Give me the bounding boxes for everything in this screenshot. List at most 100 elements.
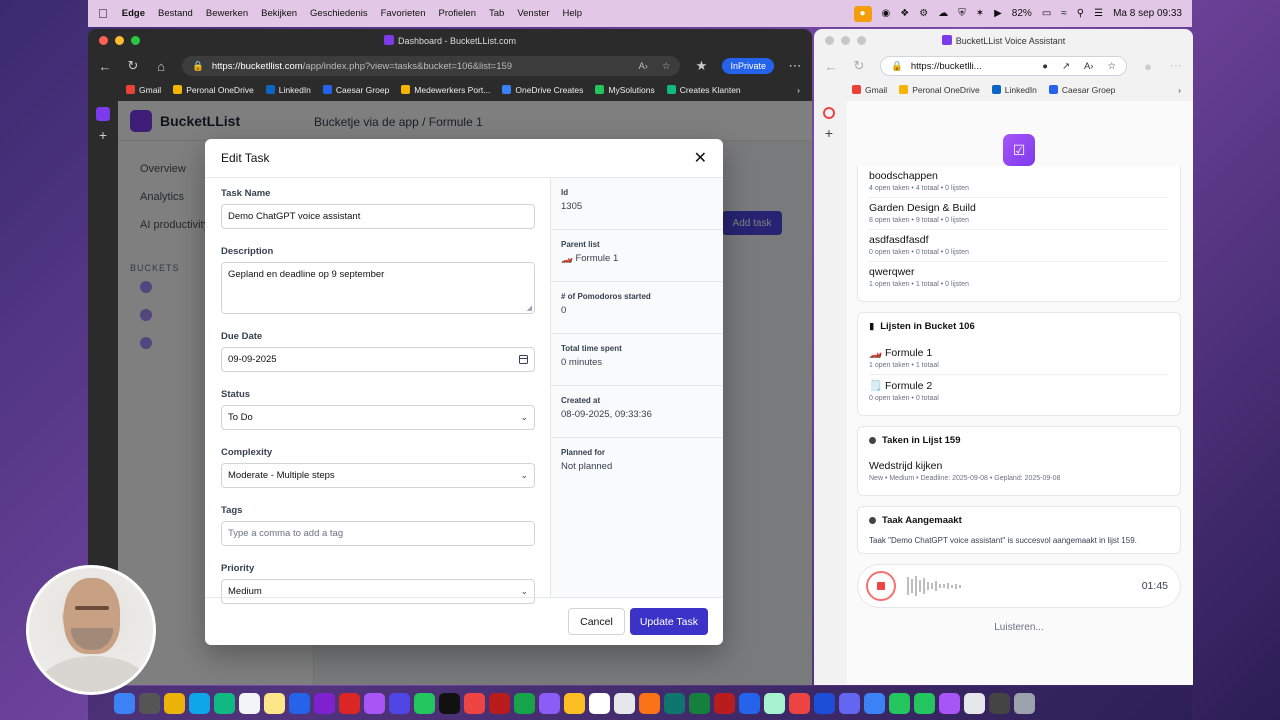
back-icon[interactable]: ← (98, 59, 112, 74)
address-bar[interactable]: 🔒 https://bucketlli... ● ↗ A› ☆ (880, 56, 1127, 76)
files-icon[interactable] (564, 692, 585, 714)
list-item[interactable]: asdfasdfasdf 0 open taken • 0 totaal • 0 … (869, 230, 1169, 262)
menu-favorieten[interactable]: Favorieten (381, 8, 426, 19)
bookmark-gmail[interactable]: Gmail (126, 85, 161, 95)
recording-tab-icon[interactable] (823, 107, 835, 119)
onenote-icon[interactable] (314, 692, 335, 714)
trash-icon[interactable] (1014, 692, 1035, 714)
app-icon[interactable] (664, 692, 685, 714)
read-aloud-icon[interactable]: A› (638, 61, 648, 72)
more-icon[interactable]: ⋯ (788, 58, 802, 74)
bookmark-onedrive[interactable]: Peronal OneDrive (899, 85, 980, 95)
apple-icon[interactable]:  (98, 6, 108, 21)
launchpad-icon[interactable] (139, 692, 160, 714)
favorite-star-icon[interactable]: ☆ (662, 61, 671, 72)
chatgpt-icon[interactable] (614, 692, 635, 714)
new-tab-icon[interactable]: + (88, 127, 118, 143)
slack-icon[interactable] (364, 692, 385, 714)
filezilla-icon[interactable] (489, 692, 510, 714)
bucketllist-icon[interactable] (539, 692, 560, 714)
finder-icon[interactable] (114, 692, 135, 714)
calendar-icon[interactable] (519, 355, 528, 364)
menu-geschiedenis[interactable]: Geschiedenis (310, 8, 368, 19)
messages-icon[interactable] (914, 692, 935, 714)
menu-tab[interactable]: Tab (489, 8, 504, 19)
menu-bewerken[interactable]: Bewerken (206, 8, 248, 19)
menu-bekijken[interactable]: Bekijken (261, 8, 297, 19)
shield-icon[interactable]: ⛨ (958, 8, 966, 19)
vscode-icon[interactable] (739, 692, 760, 714)
close-icon[interactable]: ✕ (694, 148, 707, 168)
settings-icon[interactable]: ⚙ (919, 8, 928, 19)
due-date-input[interactable]: 09-09-2025 (221, 347, 535, 372)
messenger-icon[interactable] (839, 692, 860, 714)
favorites-icon[interactable]: ★ (694, 58, 708, 74)
safari-icon[interactable] (189, 692, 210, 714)
window-icon[interactable] (964, 692, 985, 714)
search-icon[interactable]: ⚲ (1077, 8, 1084, 19)
reload-icon[interactable]: ↻ (852, 58, 866, 74)
figma-icon[interactable] (464, 692, 485, 714)
outlook-icon[interactable] (289, 692, 310, 714)
battery-label[interactable]: 82% (1012, 8, 1032, 19)
bookmark-mysolutions[interactable]: MySolutions (595, 85, 655, 95)
chevron-right-icon[interactable]: › (1178, 85, 1181, 95)
notes-icon[interactable] (264, 692, 285, 714)
bookmark-linkedin[interactable]: LinkedIn (991, 85, 1037, 95)
capcut-icon[interactable] (439, 692, 460, 714)
read-aloud-icon[interactable]: A› (1084, 61, 1094, 72)
facetime-icon[interactable] (889, 692, 910, 714)
clock[interactable]: Ma 8 sep 09:33 (1113, 8, 1182, 19)
wifi-icon[interactable]: ≈ (1061, 8, 1067, 19)
more-icon[interactable]: ⋯ (1169, 58, 1183, 74)
calendar-icon[interactable] (239, 692, 260, 714)
excel-icon[interactable] (689, 692, 710, 714)
bookmark-linkedin[interactable]: LinkedIn (265, 85, 311, 95)
security-icon[interactable] (714, 692, 735, 714)
cancel-button[interactable]: Cancel (568, 608, 625, 635)
back-icon[interactable]: ← (824, 59, 838, 74)
bookmark-onedrive-creates[interactable]: OneDrive Creates (502, 85, 583, 95)
music-icon[interactable] (789, 692, 810, 714)
bookmark-onedrive[interactable]: Peronal OneDrive (173, 85, 254, 95)
status-icon[interactable]: ❖ (900, 8, 909, 19)
battery-icon[interactable]: ▭ (1042, 8, 1051, 19)
chevron-right-icon[interactable]: › (797, 85, 800, 95)
app-icon[interactable] (764, 692, 785, 714)
task-item[interactable]: Wedstrijd kijken New • Medium • Deadline:… (869, 456, 1169, 487)
teams-icon[interactable] (389, 692, 410, 714)
bookmark-medewerkers[interactable]: Medewerkers Port... (401, 85, 490, 95)
list-item[interactable]: 🗒️ Formule 20 open taken • 0 totaal (869, 375, 1169, 407)
photos-icon[interactable] (164, 692, 185, 714)
menu-bestand[interactable]: Bestand (158, 8, 193, 19)
app-icon[interactable] (989, 692, 1010, 714)
favorite-star-icon[interactable]: ☆ (1107, 61, 1116, 72)
play-icon[interactable]: ▶ (994, 8, 1002, 19)
cloud-icon[interactable]: ☁ (938, 8, 948, 19)
list-item[interactable]: 🏎️ Formule 11 open taken • 1 totaal (869, 342, 1169, 375)
podcasts-icon[interactable] (939, 692, 960, 714)
list-item[interactable]: Garden Design & Build 8 open taken • 9 to… (869, 198, 1169, 230)
bookmark-caesar[interactable]: Caesar Groep (322, 85, 389, 95)
resize-handle-icon[interactable]: ◢ (527, 304, 532, 312)
whatsapp-icon[interactable] (414, 692, 435, 714)
list-item[interactable]: qwerqwer 1 open taken • 1 totaal • 0 lijs… (869, 262, 1169, 293)
tab-favicon-icon[interactable] (96, 107, 110, 121)
home-icon[interactable]: ⌂ (154, 59, 168, 74)
menu-help[interactable]: Help (563, 8, 583, 19)
reload-icon[interactable]: ↻ (126, 58, 140, 74)
description-textarea[interactable]: Gepland en deadline op 9 september ◢ (221, 262, 535, 314)
menu-app[interactable]: Edge (122, 8, 145, 19)
external-icon[interactable]: ↗ (1062, 61, 1070, 72)
powerpoint-icon[interactable] (339, 692, 360, 714)
appstore-icon[interactable] (864, 692, 885, 714)
new-tab-icon[interactable]: + (814, 125, 844, 141)
inprivate-badge[interactable]: InPrivate (722, 58, 774, 74)
mic-icon[interactable]: ● (1042, 61, 1048, 72)
edge-icon[interactable] (214, 692, 235, 714)
word-icon[interactable] (814, 692, 835, 714)
complexity-select[interactable]: Moderate - Multiple steps ⌄ (221, 463, 535, 488)
menu-profielen[interactable]: Profielen (438, 8, 476, 19)
bookmark-caesar[interactable]: Caesar Groep (1048, 85, 1115, 95)
update-task-button[interactable]: Update Task (629, 608, 708, 635)
